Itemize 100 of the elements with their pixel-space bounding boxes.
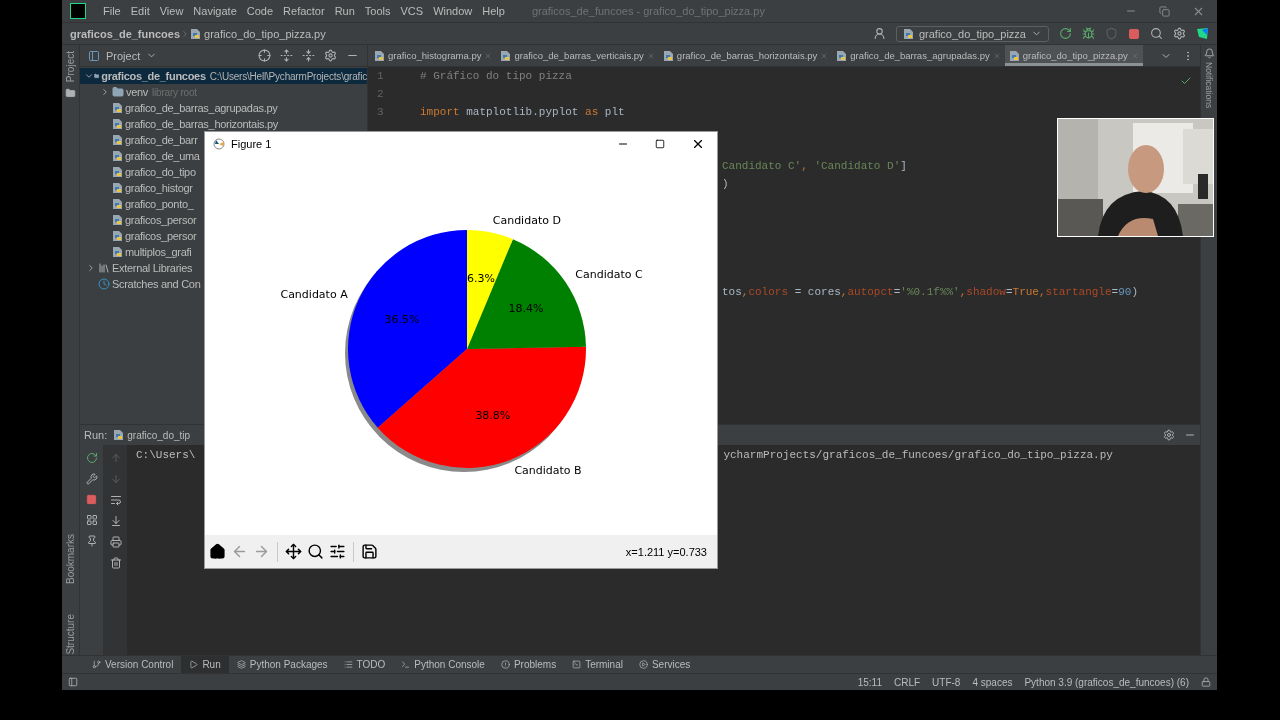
bug-icon[interactable] xyxy=(1082,27,1095,40)
tool-window-button[interactable]: Python Packages xyxy=(228,656,336,673)
tool-window-button[interactable]: Terminal xyxy=(564,656,631,673)
status-item[interactable]: CRLF xyxy=(893,676,921,688)
panel-icon[interactable] xyxy=(68,677,78,687)
rerun-icon[interactable] xyxy=(85,452,98,465)
sliders-icon[interactable] xyxy=(329,543,346,560)
tree-item[interactable]: Scratches and Con xyxy=(80,276,201,292)
editor-tab[interactable]: grafico_de_barras_verticais.py xyxy=(496,45,659,66)
tree-item[interactable]: grafico_do_tipo xyxy=(80,164,196,180)
tree-item[interactable]: graficos_de_funcoes C:\Users\Hell\PycharmProjects\grafic xyxy=(80,68,367,84)
tree-item[interactable]: grafico_ponto_ xyxy=(80,196,194,212)
breadcrumb-item[interactable]: graficos_de_funcoes xyxy=(70,27,181,40)
status-item[interactable]: 4 spaces xyxy=(972,676,1013,688)
wrench-icon[interactable] xyxy=(85,473,98,486)
python-file-icon xyxy=(112,198,123,210)
run-config-dropdown[interactable]: grafico_do_tipo_pizza xyxy=(895,25,1049,42)
editor-tab[interactable]: grafico_do_tipo_pizza.py xyxy=(1004,45,1143,66)
menu-item[interactable]: File xyxy=(98,5,126,17)
save-icon[interactable] xyxy=(361,543,378,560)
user-icon[interactable] xyxy=(872,27,886,40)
menu-item[interactable]: Run xyxy=(329,5,360,17)
structure-tool-label[interactable]: Structure xyxy=(65,614,76,655)
settings-icon[interactable] xyxy=(1173,27,1186,40)
settings-icon[interactable] xyxy=(1163,429,1175,442)
lock-icon[interactable] xyxy=(1201,677,1211,687)
tool-window-button[interactable]: Version Control xyxy=(84,656,182,673)
editor-tab[interactable]: grafico_histograma.py xyxy=(370,45,497,66)
project-tool-label[interactable]: Project xyxy=(65,51,76,83)
home-icon[interactable] xyxy=(209,543,226,560)
stop-icon[interactable] xyxy=(86,494,97,506)
settings-icon[interactable] xyxy=(324,49,337,62)
tool-window-icon xyxy=(638,660,648,669)
menu-item[interactable]: View xyxy=(154,5,189,17)
menu-item[interactable]: Window xyxy=(428,5,478,17)
slice-label: Candidato B xyxy=(514,464,582,477)
layout-icon[interactable] xyxy=(85,514,98,527)
percent-label: 36.5% xyxy=(384,312,420,326)
tool-window-button[interactable]: Run xyxy=(181,656,229,673)
tool-window-button[interactable]: Services xyxy=(630,656,699,673)
run-tab[interactable]: grafico_do_tip xyxy=(111,425,193,446)
toolbox-logo-icon[interactable] xyxy=(1196,27,1209,40)
status-item[interactable]: 15:11 xyxy=(857,676,882,688)
rerun-icon[interactable] xyxy=(1059,27,1072,40)
stop-icon[interactable] xyxy=(1128,27,1140,40)
print-icon[interactable] xyxy=(109,536,122,549)
tree-item[interactable]: graficos_persor xyxy=(80,212,197,228)
tree-item[interactable]: grafico_de_barras_agrupadas.py xyxy=(80,100,278,116)
scroll-end-icon[interactable] xyxy=(109,515,122,528)
code-line: ) xyxy=(722,178,729,190)
expand-all-icon[interactable] xyxy=(280,49,293,62)
tree-item[interactable]: External Libraries xyxy=(80,260,193,276)
tool-window-button[interactable]: Problems xyxy=(492,656,565,673)
chevron-right-icon[interactable] xyxy=(86,263,96,273)
bookmarks-tool-label[interactable]: Bookmarks xyxy=(65,534,76,585)
status-item[interactable]: Python 3.9 (graficos_de_funcoes) (6) xyxy=(1024,676,1189,688)
tool-window-button[interactable]: TODO xyxy=(335,656,394,673)
panel-title[interactable]: Project xyxy=(106,49,141,62)
status-item[interactable]: UTF-8 xyxy=(932,676,961,688)
tree-item[interactable]: grafico_histogr xyxy=(80,180,193,196)
locate-icon[interactable] xyxy=(258,49,271,62)
search-icon[interactable] xyxy=(1150,27,1163,40)
menu-item[interactable]: Edit xyxy=(125,5,155,17)
tree-item[interactable]: grafico_de_uma xyxy=(80,148,200,164)
python-file-icon xyxy=(112,118,123,130)
tool-window-icon xyxy=(500,660,510,669)
menu-item[interactable]: Code xyxy=(241,5,279,17)
tool-window-button[interactable]: Python Console xyxy=(393,656,493,673)
percent-label: 38.8% xyxy=(475,408,511,422)
restore-icon[interactable] xyxy=(1159,5,1170,17)
menu-item[interactable]: VCS xyxy=(395,5,429,17)
panel-icon xyxy=(88,49,100,62)
editor-tab[interactable]: grafico_de_barras_agrupadas.py xyxy=(832,45,1005,66)
pin-icon[interactable] xyxy=(85,535,98,548)
menu-item[interactable]: Help xyxy=(477,5,510,17)
tree-item[interactable]: graficos_persor xyxy=(80,228,197,244)
folder-icon[interactable] xyxy=(65,88,76,99)
tree-item[interactable]: grafico_de_barras_horizontais.py xyxy=(80,116,279,132)
folder-icon xyxy=(112,86,124,98)
menu-item[interactable]: Refactor xyxy=(278,5,330,17)
notifications-tool-label[interactable]: Notifications xyxy=(1204,62,1214,109)
chevron-down-icon[interactable] xyxy=(84,71,94,81)
maximize-icon[interactable] xyxy=(655,138,665,149)
collapse-all-icon[interactable] xyxy=(302,49,315,62)
editor-tab[interactable]: grafico_de_barras_horizontais.py xyxy=(658,45,833,66)
menu-item[interactable]: Tools xyxy=(359,5,396,17)
pan-icon[interactable] xyxy=(285,543,302,560)
tool-window-icon xyxy=(572,660,582,669)
tree-item[interactable]: multiplos_grafi xyxy=(80,244,192,260)
chevron-right-icon[interactable] xyxy=(100,87,110,97)
back-icon[interactable] xyxy=(231,543,248,560)
output-text: ycharmProjects/graficos_de_funcoes/grafico_do_tipo_pizza.py xyxy=(723,449,1113,462)
zoom-icon[interactable] xyxy=(307,543,324,560)
wrap-icon[interactable] xyxy=(109,494,122,507)
bell-icon[interactable] xyxy=(1203,48,1215,59)
forward-icon[interactable] xyxy=(253,543,270,560)
trash-icon[interactable] xyxy=(109,557,122,570)
tree-item[interactable]: grafico_de_barr xyxy=(80,132,198,148)
breadcrumb-item[interactable]: grafico_do_tipo_pizza.py xyxy=(204,27,326,40)
menu-item[interactable]: Navigate xyxy=(188,5,242,17)
